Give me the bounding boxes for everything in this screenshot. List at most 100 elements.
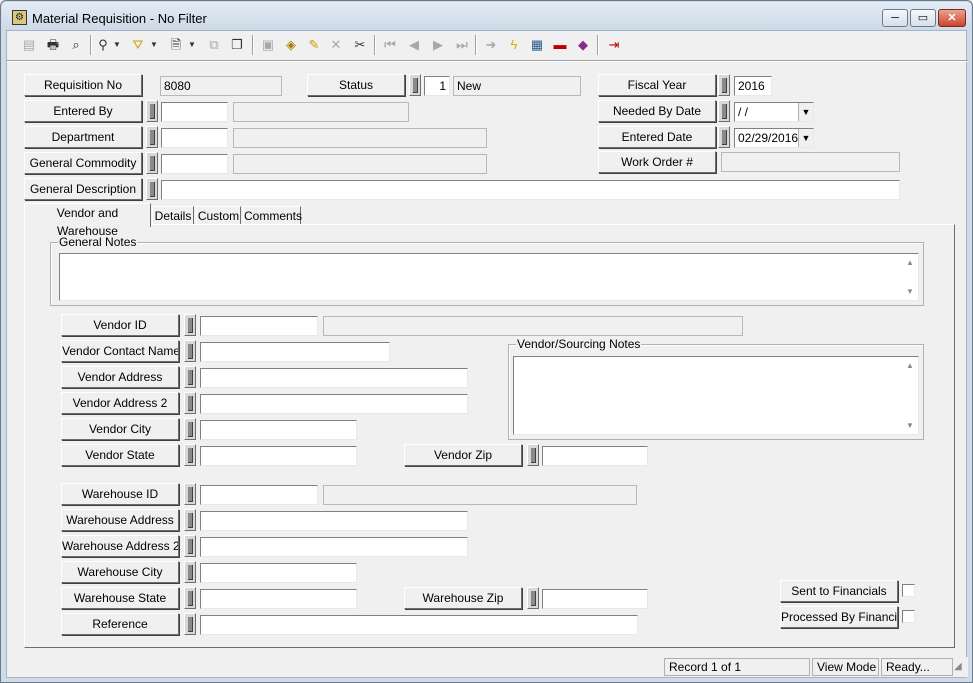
vendor-address-2-field[interactable]: [200, 394, 468, 414]
vendor-address-field[interactable]: [200, 368, 468, 388]
first-icon[interactable]: ⏮: [379, 34, 401, 56]
close-button[interactable]: ✕: [938, 9, 966, 27]
reference-field[interactable]: [200, 615, 638, 635]
department-button[interactable]: Department: [24, 126, 142, 148]
warehouse-zip-button[interactable]: Warehouse Zip: [404, 587, 522, 609]
vendor-zip-field[interactable]: [542, 446, 648, 466]
lookup-icon[interactable]: [146, 100, 158, 122]
sent-to-financials-button[interactable]: Sent to Financials: [780, 580, 898, 602]
vendor-contact-name-button[interactable]: Vendor Contact Name: [61, 340, 179, 362]
lookup-icon[interactable]: [184, 561, 196, 583]
work-order-button[interactable]: Work Order #: [598, 151, 716, 173]
general-commodity-field[interactable]: [161, 154, 228, 174]
lookup-icon[interactable]: [718, 100, 730, 122]
filter-icon[interactable]: ⛛: [127, 34, 149, 56]
warehouse-zip-field[interactable]: [542, 589, 648, 609]
lookup-icon[interactable]: [184, 340, 196, 362]
lookup-icon[interactable]: [184, 613, 196, 635]
lookup-icon[interactable]: [184, 314, 196, 336]
goto-icon[interactable]: ➜: [480, 34, 502, 56]
print-icon[interactable]: 🖶: [42, 34, 64, 56]
vendor-city-button[interactable]: Vendor City: [61, 418, 179, 440]
image-icon[interactable]: ▦: [526, 34, 548, 56]
lookup-icon[interactable]: [146, 152, 158, 174]
layers-icon[interactable]: ◈: [280, 34, 302, 56]
needed-by-date-field[interactable]: / / ▼: [734, 102, 814, 122]
cut-icon[interactable]: ✂: [349, 34, 371, 56]
lookup-icon[interactable]: [184, 444, 196, 466]
next-icon[interactable]: ▶: [427, 34, 449, 56]
delete-icon[interactable]: ✕: [325, 34, 347, 56]
status-button[interactable]: Status: [307, 74, 405, 96]
warehouse-address-button[interactable]: Warehouse Address: [61, 509, 179, 531]
lookup-icon[interactable]: [184, 418, 196, 440]
needed-by-date-button[interactable]: Needed By Date: [598, 100, 716, 122]
exit-icon[interactable]: ⇥: [603, 34, 625, 56]
vendor-state-field[interactable]: [200, 446, 357, 466]
warehouse-city-field[interactable]: [200, 563, 357, 583]
status-code-field[interactable]: 1: [424, 76, 450, 96]
lookup-icon[interactable]: [184, 587, 196, 609]
maximize-button[interactable]: ▭: [910, 9, 936, 27]
last-icon[interactable]: ⏭: [451, 34, 473, 56]
vendor-contact-name-field[interactable]: [200, 342, 390, 362]
department-field[interactable]: [161, 128, 228, 148]
reference-button[interactable]: Reference: [61, 613, 179, 635]
lookup-icon[interactable]: [718, 126, 730, 148]
minimize-button[interactable]: ─: [882, 9, 908, 27]
general-notes-field[interactable]: ▲ ▼: [59, 253, 919, 301]
warehouse-address-field[interactable]: [200, 511, 468, 531]
chevron-down-icon[interactable]: ▼: [798, 103, 813, 121]
warehouse-id-button[interactable]: Warehouse ID: [61, 483, 179, 505]
lookup-icon[interactable]: [146, 126, 158, 148]
scroll-up-icon[interactable]: ▲: [906, 361, 914, 370]
general-commodity-button[interactable]: General Commodity: [24, 152, 142, 174]
sent-to-financials-checkbox[interactable]: [902, 584, 915, 597]
fiscal-year-field[interactable]: 2016: [734, 76, 772, 96]
vendor-address-button[interactable]: Vendor Address: [61, 366, 179, 388]
chevron-down-icon[interactable]: ▼: [148, 34, 160, 56]
lookup-icon[interactable]: [184, 392, 196, 414]
lookup-icon[interactable]: [184, 483, 196, 505]
entered-by-button[interactable]: Entered By: [24, 100, 142, 122]
scrollbar[interactable]: ▲ ▼: [902, 357, 918, 434]
chevron-down-icon[interactable]: ▼: [798, 129, 813, 147]
tab-details[interactable]: Details: [152, 206, 194, 226]
warehouse-state-button[interactable]: Warehouse State: [61, 587, 179, 609]
processed-by-financials-checkbox[interactable]: [902, 610, 915, 623]
scroll-down-icon[interactable]: ▼: [906, 287, 914, 296]
resize-grip-icon[interactable]: ◢: [954, 661, 966, 673]
previous-icon[interactable]: ◀: [403, 34, 425, 56]
save-icon[interactable]: ▣: [257, 34, 279, 56]
vendor-id-field[interactable]: [200, 316, 318, 336]
fiscal-year-button[interactable]: Fiscal Year: [598, 74, 716, 96]
lookup-icon[interactable]: [718, 74, 730, 96]
tab-vendor-and-warehouse[interactable]: Vendor and Warehouse: [24, 203, 151, 238]
lookup-icon[interactable]: [146, 178, 158, 200]
warehouse-state-field[interactable]: [200, 589, 357, 609]
lookup-icon[interactable]: [409, 74, 421, 96]
scrollbar[interactable]: ▲ ▼: [902, 254, 918, 300]
general-description-button[interactable]: General Description: [24, 178, 142, 200]
entered-date-field[interactable]: 02/29/2016 ▼: [734, 128, 814, 148]
first-record-icon[interactable]: ▤: [18, 34, 40, 56]
print-preview-icon[interactable]: ⌕: [65, 34, 87, 56]
lookup-icon[interactable]: [184, 535, 196, 557]
entered-date-button[interactable]: Entered Date: [598, 126, 716, 148]
entered-by-field[interactable]: [161, 102, 228, 122]
edit-pencil-icon[interactable]: ✎: [303, 34, 325, 56]
scroll-up-icon[interactable]: ▲: [906, 258, 914, 267]
vendor-sourcing-notes-field[interactable]: ▲ ▼: [513, 356, 919, 435]
chevron-down-icon[interactable]: ▼: [111, 34, 123, 56]
vendor-id-button[interactable]: Vendor ID: [61, 314, 179, 336]
vendor-city-field[interactable]: [200, 420, 357, 440]
vendor-zip-button[interactable]: Vendor Zip: [404, 444, 522, 466]
title-bar[interactable]: ⚙ Material Requisition - No Filter ─ ▭ ✕: [2, 2, 971, 30]
lookup-icon[interactable]: [184, 366, 196, 388]
tab-comments[interactable]: Comments: [243, 206, 302, 226]
warehouse-address-2-field[interactable]: [200, 537, 468, 557]
warehouse-city-button[interactable]: Warehouse City: [61, 561, 179, 583]
general-description-field[interactable]: [161, 180, 900, 200]
processed-by-financials-button[interactable]: Processed By Financials: [780, 606, 898, 628]
new-document-icon[interactable]: 🗎: [165, 34, 187, 56]
